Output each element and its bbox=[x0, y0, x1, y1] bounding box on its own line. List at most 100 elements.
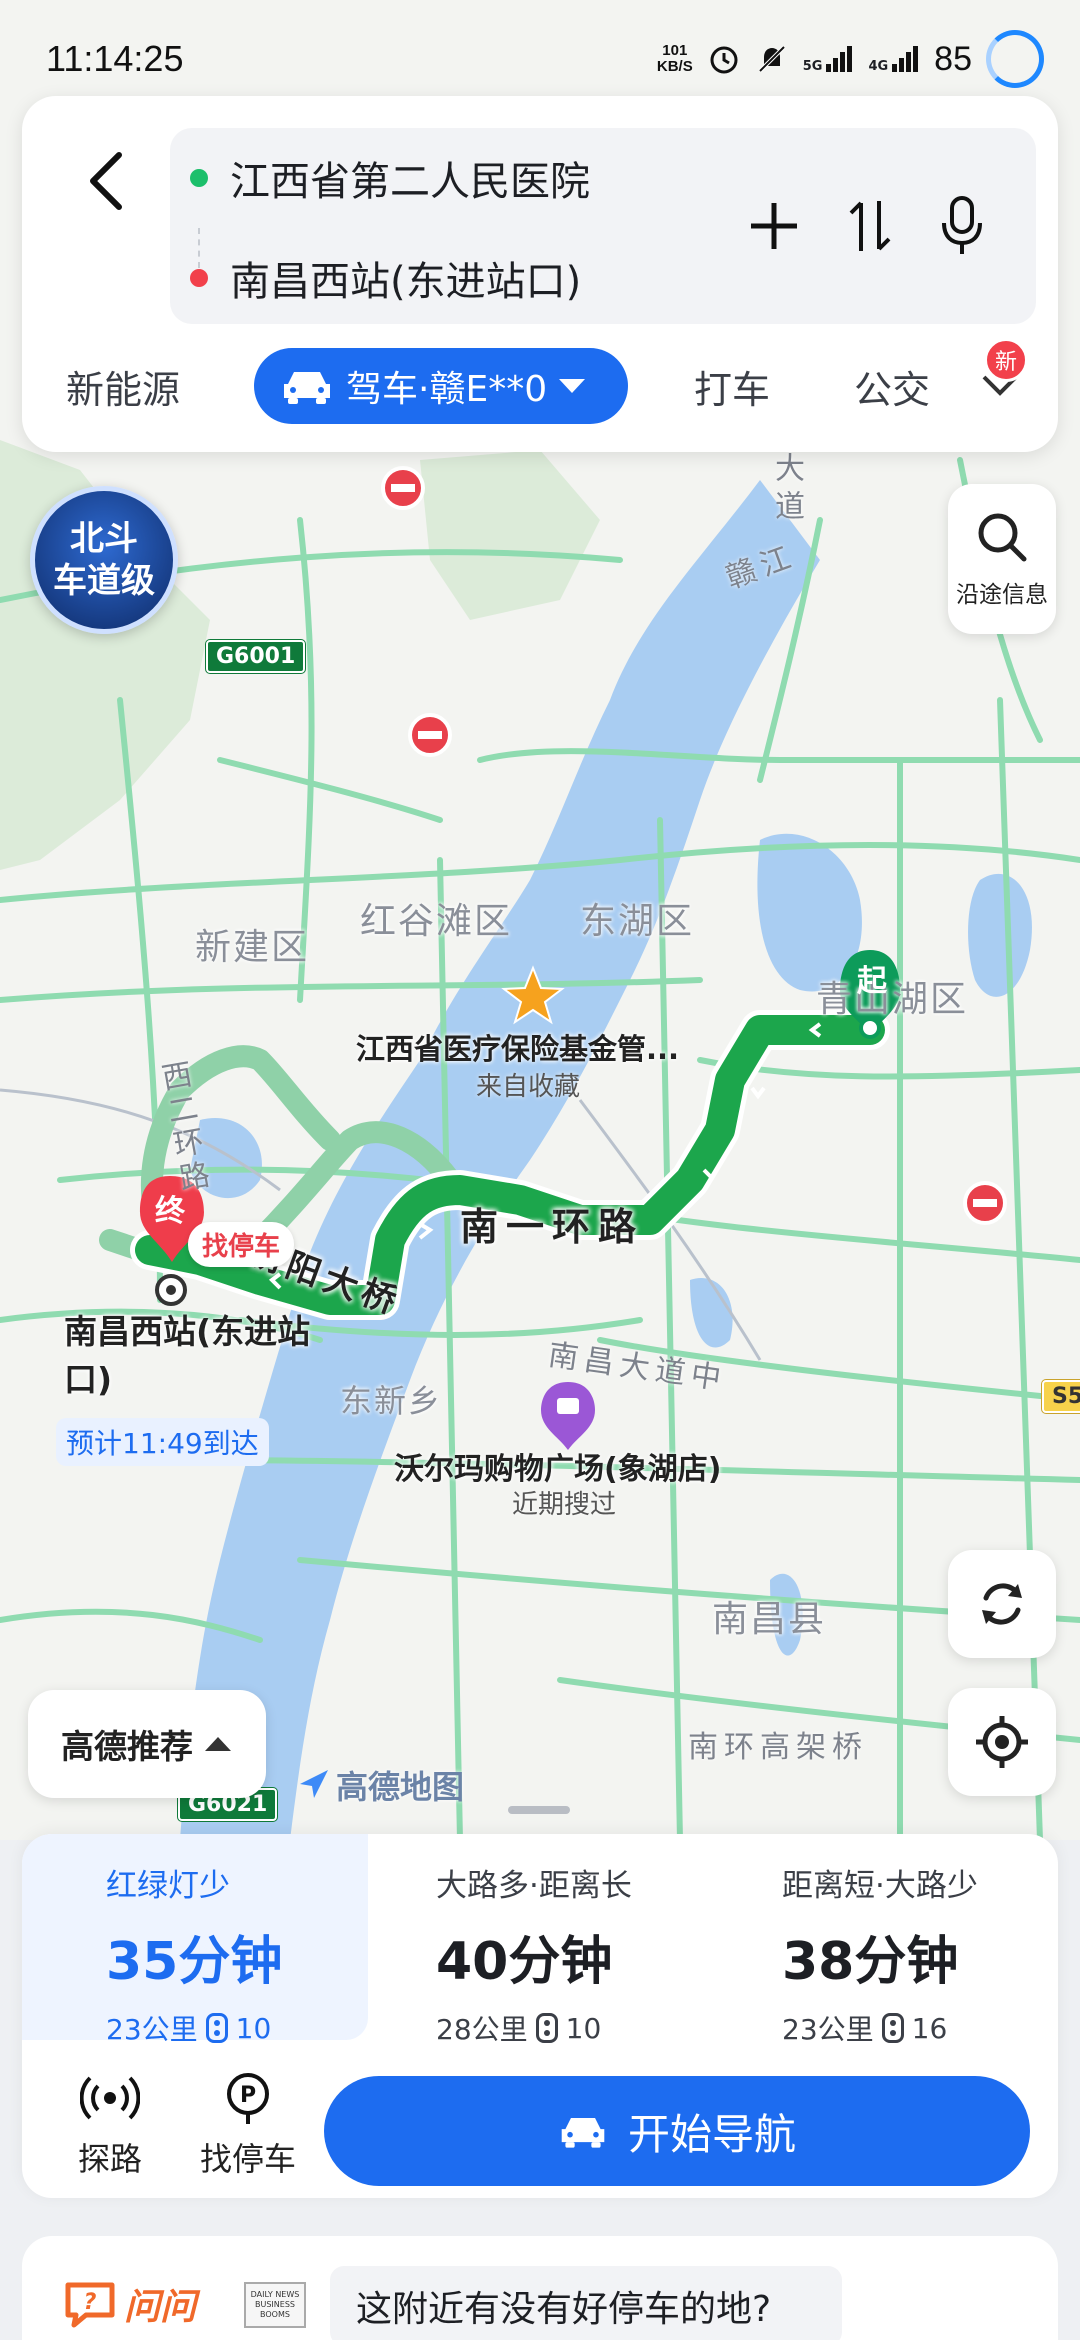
travel-mode-tabs: 新能源 驾车·赣E**0 打车 公交 新 bbox=[22, 338, 1058, 428]
gaode-logo-text: 高德地图 bbox=[336, 1768, 465, 1806]
ask-logo[interactable]: ? 问问 bbox=[62, 2278, 196, 2330]
net-speed-value: 101 bbox=[662, 42, 688, 59]
car-icon bbox=[561, 2118, 605, 2148]
locate-icon bbox=[976, 1716, 1028, 1768]
find-parking-label: 找停车 bbox=[199, 2140, 296, 2178]
locate-button[interactable] bbox=[948, 1688, 1056, 1796]
back-button[interactable] bbox=[62, 136, 152, 226]
find-parking-tag[interactable]: 找停车 bbox=[188, 1222, 295, 1267]
signal-5g: 5G bbox=[803, 44, 855, 74]
caret-up-icon bbox=[205, 1737, 231, 1751]
tab-drive[interactable]: 驾车·赣E**0 bbox=[254, 348, 628, 424]
refresh-route-button[interactable] bbox=[948, 1550, 1056, 1658]
road-south-elevated: 南环高架桥 bbox=[688, 1730, 868, 1765]
shield-s5: S5 bbox=[1042, 1380, 1080, 1413]
chat-bubble-icon: ? bbox=[65, 2282, 115, 2328]
origin-dot bbox=[190, 169, 208, 187]
shield-g6001: G6001 bbox=[206, 640, 306, 673]
find-parking-button[interactable]: P 找停车 bbox=[188, 2070, 308, 2180]
along-route-label: 沿途信息 bbox=[956, 582, 1048, 608]
status-icons: 101 KB/S 5G 4G 85 bbox=[657, 30, 1044, 88]
signal-4g: 4G bbox=[868, 44, 920, 74]
destination-field[interactable]: 南昌西站(东进站口) bbox=[190, 238, 581, 318]
swap-icon bbox=[849, 201, 891, 251]
favorite-poi-title[interactable]: 江西省医疗保险基金管... bbox=[356, 1026, 679, 1068]
route-option-1[interactable]: 红绿灯少 35分钟 23公里 10 bbox=[22, 1834, 368, 2046]
swap-button[interactable] bbox=[830, 186, 910, 266]
start-marker-label: 起 bbox=[857, 964, 887, 999]
explore-road-label: 探路 bbox=[77, 2140, 142, 2178]
route-option-2[interactable]: 大路多·距离长 40分钟 28公里 10 bbox=[436, 1834, 766, 2046]
new-badge: 新 bbox=[984, 338, 1028, 382]
route-tag: 大路多·距离长 bbox=[436, 1868, 632, 1904]
silent-icon bbox=[758, 45, 786, 73]
route-lights: 10 bbox=[565, 2011, 602, 2045]
recommend-toggle[interactable]: 高德推荐 bbox=[28, 1690, 266, 1798]
tab-new-energy[interactable]: 新能源 bbox=[66, 348, 180, 424]
svg-text:P: P bbox=[240, 2083, 256, 2108]
start-navigation-button[interactable]: 开始导航 bbox=[324, 2076, 1030, 2186]
chevron-left-icon bbox=[90, 152, 122, 210]
status-time: 11:14:25 bbox=[46, 38, 184, 79]
route-time: 38分钟 bbox=[782, 1932, 959, 1992]
walmart-poi-title[interactable]: 沃尔玛购物广场(象湖店) bbox=[394, 1444, 721, 1488]
route-time: 35分钟 bbox=[106, 1932, 283, 1992]
plus-icon bbox=[751, 203, 797, 249]
net-speed: 101 KB/S bbox=[657, 43, 693, 75]
ask-suggestion[interactable]: 这附近有没有好停车的地? bbox=[330, 2266, 842, 2340]
favorite-poi-sub: 来自收藏 bbox=[476, 1072, 581, 1102]
destination-text: 南昌西站(东进站口) bbox=[230, 259, 582, 305]
walmart-poi-sub: 近期搜过 bbox=[512, 1490, 617, 1520]
district-qingshanhu: 青山湖区 bbox=[816, 979, 969, 1020]
signal-5g-label: 5G bbox=[802, 59, 823, 74]
route-meta: 28公里 10 bbox=[436, 2008, 766, 2048]
traffic-light-icon bbox=[205, 2013, 228, 2043]
route-input-card: 江西省第二人民医院 南昌西站(东进站口) 新能源 驾车·赣E**0 打车 公交 … bbox=[22, 96, 1058, 452]
end-marker-label: 终 bbox=[155, 1194, 185, 1229]
ask-assistant-bar: ? 问问 DAILY NEWS BUSINESS BOOMS 这附近有没有好停车… bbox=[22, 2236, 1058, 2340]
route-meta: 23公里 10 bbox=[106, 2008, 368, 2048]
explore-road-button[interactable]: 探路 bbox=[50, 2070, 170, 2180]
microphone-icon bbox=[942, 196, 982, 254]
news-thumbnail: DAILY NEWS BUSINESS BOOMS bbox=[244, 2282, 306, 2328]
district-dongxin: 东新乡 bbox=[340, 1382, 443, 1420]
search-icon bbox=[978, 513, 1027, 562]
origin-text: 江西省第二人民医院 bbox=[230, 159, 590, 205]
destination-label[interactable]: 南昌西站(东进站口) bbox=[64, 1308, 314, 1404]
net-speed-unit: KB/S bbox=[656, 58, 693, 75]
sheet-handle[interactable] bbox=[508, 1806, 570, 1814]
status-bar: 11:14:25 101 KB/S 5G 4G 85 bbox=[0, 0, 1080, 96]
route-lights: 10 bbox=[235, 2011, 272, 2045]
route-time: 40分钟 bbox=[436, 1932, 613, 1992]
route-meta: 23公里 16 bbox=[782, 2008, 1080, 2048]
add-waypoint-button[interactable] bbox=[734, 186, 814, 266]
route-option-3[interactable]: 距离短·大路少 38分钟 23公里 16 bbox=[782, 1834, 1080, 2046]
road-avenue-north: 大道 bbox=[769, 452, 804, 528]
tab-taxi[interactable]: 打车 bbox=[694, 348, 770, 424]
route-tag: 距离短·大路少 bbox=[782, 1868, 978, 1904]
battery-level: 85 bbox=[934, 39, 972, 78]
district-donghu: 东湖区 bbox=[580, 901, 695, 942]
recommend-label: 高德推荐 bbox=[61, 1727, 193, 1766]
origin-field[interactable]: 江西省第二人民医院 bbox=[190, 138, 590, 218]
district-xinjian: 新建区 bbox=[195, 927, 310, 968]
refresh-icon bbox=[982, 1583, 1022, 1625]
eta-label: 预计11:49到达 bbox=[56, 1418, 269, 1466]
route-input-box: 江西省第二人民医院 南昌西站(东进站口) bbox=[170, 128, 1036, 324]
voice-button[interactable] bbox=[922, 186, 1002, 266]
route-distance: 23公里 bbox=[106, 2013, 198, 2046]
district-nanchang-county: 南昌县 bbox=[712, 1599, 827, 1640]
district-honggutan: 红谷滩区 bbox=[360, 901, 513, 942]
more-modes-button[interactable]: 新 bbox=[980, 338, 1044, 424]
route-distance: 23公里 bbox=[782, 2013, 874, 2046]
svg-text:?: ? bbox=[84, 2290, 97, 2315]
parking-icon: P bbox=[227, 2073, 269, 2124]
along-route-button[interactable]: 沿途信息 bbox=[948, 484, 1056, 634]
ask-logo-text: 问问 bbox=[124, 2287, 197, 2328]
tab-bus[interactable]: 公交 bbox=[854, 348, 930, 424]
caret-down-icon bbox=[559, 379, 586, 393]
beidou-lane-badge[interactable]: 北斗 车道级 bbox=[30, 486, 178, 634]
signal-4g-label: 4G bbox=[868, 59, 889, 74]
tab-drive-label: 驾车·赣E**0 bbox=[346, 369, 548, 410]
signal-bars-icon bbox=[826, 46, 853, 72]
